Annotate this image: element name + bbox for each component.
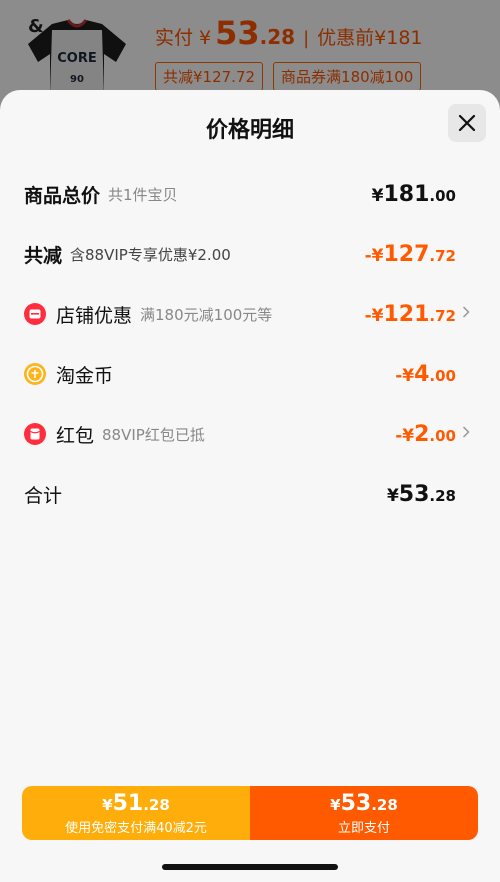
row-amount: -¥ 4 .00 (395, 362, 456, 387)
coin-icon (24, 363, 46, 385)
row-grand-total: 合计 ¥ 53 .28 (24, 476, 476, 512)
close-icon (458, 114, 476, 132)
button-caption: 使用免密支付满40减2元 (65, 820, 207, 836)
row-amount: -¥ 2 .00 (395, 422, 456, 447)
amount-decimal: .72 (429, 306, 456, 325)
row-store-discount[interactable]: 店铺优惠 满180元减100元等 -¥ 121 .72 (24, 296, 476, 332)
row-taobao-coins: 淘金币 -¥ 4 .00 (24, 356, 476, 392)
row-label: 淘金币 (56, 364, 114, 387)
amount-currency: ¥ (386, 485, 399, 506)
amount-currency: ¥ (371, 185, 384, 206)
row-label: 红包 (56, 424, 95, 447)
amount-integer: 127 (383, 241, 430, 267)
row-amount: -¥ 121 .72 (365, 302, 456, 327)
row-amount: -¥ 127 .72 (365, 242, 456, 267)
row-subtext: 88VIP红包已抵 (102, 425, 205, 444)
amount-currency: -¥ (364, 305, 384, 326)
row-total-discount: 共减 含88VIP专享优惠¥2.00 -¥ 127 .72 (24, 236, 476, 272)
passwordless-pay-button[interactable]: ¥ 51 .28 使用免密支付满40减2元 (22, 786, 250, 840)
amount-integer: 4 (414, 361, 430, 387)
row-subtext: 满180元减100元等 (140, 305, 273, 324)
row-label: 合计 (24, 484, 63, 507)
overlay-mask[interactable] (0, 0, 500, 100)
row-subtext: 含88VIP专享优惠¥2.00 (70, 245, 231, 264)
amount-integer: 53 (398, 481, 430, 507)
product-header: CORE 90 & 实付 ¥ 53 .28 | 优惠前¥181 共减¥127.7… (0, 0, 500, 100)
pay-button-group: ¥ 51 .28 使用免密支付满40减2元 ¥ 53 .28 立即支付 (22, 786, 478, 840)
row-goods-total: 商品总价 共1件宝贝 ¥ 181 .00 (24, 176, 476, 212)
amount-integer: 121 (383, 301, 430, 327)
row-label: 店铺优惠 (56, 304, 133, 327)
button-currency: ¥ (102, 795, 113, 814)
row-subtext: 共1件宝贝 (108, 185, 178, 204)
amount-decimal: .28 (429, 486, 456, 505)
pay-now-button[interactable]: ¥ 53 .28 立即支付 (250, 786, 478, 840)
chevron-right-icon (462, 306, 476, 322)
amount-currency: -¥ (364, 245, 384, 266)
row-red-packet[interactable]: 红包 88VIP红包已抵 -¥ 2 .00 (24, 416, 476, 452)
button-decimal: .28 (371, 795, 398, 814)
price-detail-sheet: 价格明细 商品总价 共1件宝贝 ¥ 181 .00 共减 含88VIP专享优惠¥… (0, 90, 500, 882)
button-decimal: .28 (143, 795, 170, 814)
amount-decimal: .00 (429, 426, 456, 445)
close-button[interactable] (448, 104, 486, 142)
amount-currency: -¥ (395, 365, 415, 386)
row-label: 共减 (24, 244, 63, 267)
store-icon (24, 303, 46, 325)
chevron-right-icon (462, 426, 476, 442)
amount-decimal: .00 (429, 186, 456, 205)
amount-integer: 2 (414, 421, 430, 447)
amount-decimal: .00 (429, 366, 456, 385)
row-label: 商品总价 (24, 184, 101, 207)
button-integer: 51 (112, 790, 144, 816)
amount-currency: -¥ (395, 425, 415, 446)
red-packet-icon (24, 423, 46, 445)
button-integer: 53 (340, 790, 372, 816)
amount-decimal: .72 (429, 246, 456, 265)
row-amount: ¥ 181 .00 (372, 182, 456, 207)
row-amount: ¥ 53 .28 (387, 482, 456, 507)
sheet-title: 价格明细 (205, 118, 294, 143)
home-indicator[interactable] (162, 864, 338, 870)
button-caption: 立即支付 (337, 820, 390, 836)
amount-integer: 181 (383, 181, 430, 207)
button-currency: ¥ (330, 795, 341, 814)
